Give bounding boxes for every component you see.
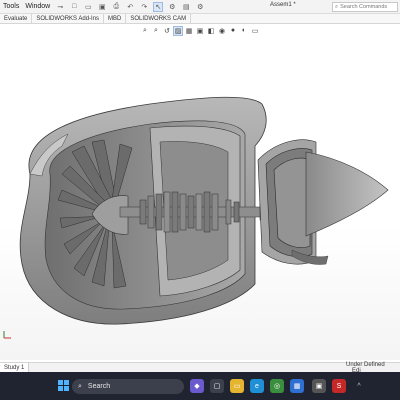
zoom-to-fit-icon[interactable]: ⌕ bbox=[140, 26, 150, 36]
command-manager-tabs: Evaluate SOLIDWORKS Add-Ins MBD SOLIDWOR… bbox=[0, 13, 400, 24]
tray-overflow-icon[interactable]: ^ bbox=[352, 379, 366, 393]
tail-cone bbox=[305, 151, 389, 237]
open-icon[interactable]: ▭ bbox=[83, 2, 93, 12]
file-explorer-icon[interactable]: ▭ bbox=[230, 379, 244, 393]
edit-appearance-icon[interactable]: ● bbox=[228, 26, 238, 36]
menu-tools[interactable]: Tools bbox=[0, 3, 22, 10]
title-bar: Tools Window ⊸ □ ▭ ▣ ⎙ ↶ ↷ ↖ ⚙ ▤ ⚙ Assem… bbox=[0, 0, 400, 14]
search-icon: ⌕ bbox=[78, 382, 82, 390]
search-icon: ⌕ bbox=[335, 3, 339, 10]
copilot-icon[interactable]: ◆ bbox=[190, 379, 204, 393]
options-icon[interactable]: ⚙ bbox=[195, 2, 205, 12]
view-settings-icon[interactable]: ▭ bbox=[250, 26, 260, 36]
display-style-icon[interactable]: ◧ bbox=[206, 26, 216, 36]
previous-view-icon[interactable]: ↺ bbox=[162, 26, 172, 36]
motion-study-tabs: Study 1 bbox=[0, 362, 400, 372]
app-icon[interactable]: ▣ bbox=[312, 379, 326, 393]
taskbar-search[interactable]: ⌕ Search bbox=[72, 379, 184, 394]
redo-icon[interactable]: ↷ bbox=[139, 2, 149, 12]
engine-model-view bbox=[19, 96, 389, 325]
rebuild-icon[interactable]: ⚙ bbox=[167, 2, 177, 12]
tab-mbd[interactable]: MBD bbox=[104, 13, 127, 24]
search-commands-field[interactable]: ⌕ Search Commands bbox=[332, 2, 398, 12]
undo-icon[interactable]: ↶ bbox=[125, 2, 135, 12]
tab-evaluate[interactable]: Evaluate bbox=[0, 13, 33, 24]
heads-up-view-toolbar: ⌕ ⌕ ↺ ▨ ▦ ▣ ◧ ◉ ● ◐ ▭ bbox=[140, 25, 260, 36]
task-view-icon[interactable]: ▢ bbox=[210, 379, 224, 393]
zoom-to-area-icon[interactable]: ⌕ bbox=[151, 26, 161, 36]
tab-motion-study-1[interactable]: Study 1 bbox=[0, 363, 30, 372]
tab-solidworks-add-ins[interactable]: SOLIDWORKS Add-Ins bbox=[32, 13, 105, 24]
menu-window[interactable]: Window bbox=[22, 3, 53, 10]
hide-show-items-icon[interactable]: ◉ bbox=[217, 26, 227, 36]
solidworks-window: Tools Window ⊸ □ ▭ ▣ ⎙ ↶ ↷ ↖ ⚙ ▤ ⚙ Assem… bbox=[0, 0, 400, 400]
solidworks-taskbar-icon[interactable]: S bbox=[332, 379, 346, 393]
chrome-browser-icon[interactable]: ◎ bbox=[270, 379, 284, 393]
new-document-icon[interactable]: □ bbox=[69, 2, 79, 12]
tab-solidworks-cam[interactable]: SOLIDWORKS CAM bbox=[126, 13, 192, 24]
search-commands-placeholder: Search Commands bbox=[340, 4, 388, 10]
store-icon[interactable]: ▦ bbox=[290, 379, 304, 393]
windows-start-icon[interactable] bbox=[58, 380, 69, 391]
pin-icon[interactable]: ⊸ bbox=[55, 2, 65, 12]
dynamic-annotation-icon[interactable]: ▦ bbox=[184, 26, 194, 36]
taskbar-search-label: Search bbox=[87, 383, 111, 390]
apply-scene-icon[interactable]: ◐ bbox=[239, 26, 249, 36]
windows-taskbar: ⌕ Search ◆ ▢ ▭ e ◎ ▦ ▣ S ^ bbox=[0, 372, 400, 400]
origin-triad-icon bbox=[2, 330, 12, 340]
edge-browser-icon[interactable]: e bbox=[250, 379, 264, 393]
section-view-icon[interactable]: ▨ bbox=[173, 25, 183, 36]
document-title: Assem1 * bbox=[270, 2, 296, 8]
file-properties-icon[interactable]: ▤ bbox=[181, 2, 191, 12]
view-orientation-icon[interactable]: ▣ bbox=[195, 26, 205, 36]
graphics-area[interactable] bbox=[0, 24, 400, 360]
select-arrow-icon[interactable]: ↖ bbox=[153, 1, 164, 12]
print-icon[interactable]: ⎙ bbox=[111, 2, 121, 12]
save-icon[interactable]: ▣ bbox=[97, 2, 107, 12]
